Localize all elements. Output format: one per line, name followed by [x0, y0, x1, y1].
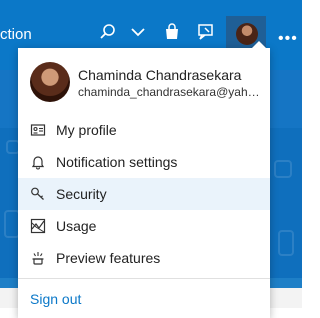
- menu-item-label: Notification settings: [56, 154, 178, 170]
- menu-item-preview-features[interactable]: Preview features: [18, 242, 270, 274]
- account-menu-list: My profile Notification settings Securit…: [18, 114, 270, 274]
- search-icon[interactable]: [98, 22, 118, 42]
- header-title: ction: [0, 26, 32, 43]
- more-icon[interactable]: •••: [278, 30, 298, 48]
- menu-item-label: Usage: [56, 218, 97, 234]
- menu-item-usage[interactable]: Usage: [18, 210, 270, 242]
- sign-out-link[interactable]: Sign out: [30, 291, 81, 307]
- profile-email: chaminda_chandrasekara@yahoo.com: [78, 85, 266, 99]
- profile-card: Chaminda Chandrasekara chaminda_chandras…: [18, 48, 270, 112]
- key-icon: [30, 186, 46, 202]
- usage-chart-icon: [30, 218, 46, 234]
- menu-item-security[interactable]: Security: [18, 178, 270, 210]
- menu-item-label: Security: [56, 186, 107, 202]
- feedback-icon[interactable]: [196, 22, 216, 42]
- preview-features-icon: [30, 250, 46, 266]
- dropdown-caret: [252, 41, 266, 48]
- account-dropdown-menu: Chaminda Chandrasekara chaminda_chandras…: [18, 41, 270, 318]
- shopping-bag-icon[interactable]: [162, 22, 182, 42]
- chevron-down-icon[interactable]: [128, 22, 148, 42]
- menu-item-my-profile[interactable]: My profile: [18, 114, 270, 146]
- menu-item-label: Preview features: [56, 250, 161, 266]
- profile-name: Chaminda Chandrasekara: [78, 67, 242, 83]
- menu-item-notification-settings[interactable]: Notification settings: [18, 146, 270, 178]
- menu-item-label: My profile: [56, 122, 117, 138]
- id-card-icon: [30, 122, 46, 138]
- menu-divider: [18, 278, 270, 279]
- profile-avatar: [30, 62, 70, 102]
- bell-icon: [30, 154, 46, 170]
